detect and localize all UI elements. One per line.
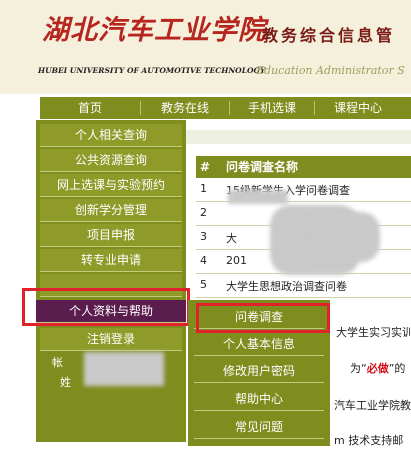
name-label: 姓 [60, 376, 71, 389]
column-header-num: # [200, 160, 211, 174]
nav-mobile-course[interactable]: 手机选课 [230, 97, 314, 119]
announcement-text: 大学生实习实训 [336, 326, 411, 339]
row-name[interactable]: 大 [226, 230, 237, 246]
dropdown-item-faq[interactable]: 常见问题 [194, 416, 324, 439]
row-num: 3 [200, 230, 207, 243]
dropdown-item-basic-info[interactable]: 个人基本信息 [194, 333, 324, 356]
row-num: 5 [200, 278, 207, 291]
content-top-strip [186, 130, 411, 144]
row-num: 2 [200, 206, 207, 219]
privacy-blur [228, 190, 288, 204]
sidebar-item-personal-query[interactable]: 个人相关查询 [40, 124, 182, 147]
sidebar-item-innovation-credit[interactable]: 创新学分管理 [40, 199, 182, 222]
required-keyword: 必做 [366, 362, 389, 375]
nav-home[interactable]: 首页 [40, 97, 140, 119]
dropdown-item-help-center[interactable]: 帮助中心 [194, 388, 324, 411]
system-title: 教务综合信息管 [262, 26, 396, 45]
column-header-name: 问卷调查名称 [226, 160, 299, 174]
school-name-en: HUBEI UNIVERSITY OF AUTOMOTIVE TECHNOLOG… [38, 66, 266, 75]
sidebar-item-course-selection[interactable]: 网上选课与实验预约 [40, 174, 182, 197]
highlight-box [22, 288, 190, 326]
table-header: # 问卷调查名称 [196, 156, 411, 178]
top-nav: 首页 教务在线 手机选课 课程中心 [40, 97, 411, 119]
page-header: 湖北汽车工业学院 HUBEI UNIVERSITY OF AUTOMOTIVE … [0, 0, 411, 94]
row-name[interactable]: 大学生思想政治调查问卷 [226, 278, 347, 294]
support-email-text: m 技术支持邮 [334, 434, 404, 447]
sidebar-item-logout[interactable]: 注销登录 [40, 328, 182, 351]
row-num: 1 [200, 182, 207, 195]
required-note: 为“必做”的 [350, 360, 405, 376]
row-num: 4 [200, 254, 207, 267]
row-name[interactable]: 201 [226, 254, 247, 267]
nav-academic-online[interactable]: 教务在线 [141, 97, 229, 119]
account-label: 帐 [52, 356, 63, 369]
school-logo: 湖北汽车工业学院 [42, 15, 266, 46]
nav-course-center[interactable]: 课程中心 [315, 97, 401, 119]
privacy-blur [84, 352, 164, 386]
sidebar: 个人相关查询 公共资源查询 网上选课与实验预约 创新学分管理 项目申报 转专业申… [36, 120, 186, 442]
sidebar-item-major-transfer[interactable]: 转专业申请 [40, 249, 182, 272]
highlight-box [196, 303, 330, 333]
sidebar-item-project-apply[interactable]: 项目申报 [40, 224, 182, 247]
school-name-text: 汽车工业学院教 [334, 399, 411, 412]
system-title-en: Education Administrator S [256, 64, 405, 77]
required-note-text: 为“必做”的 [350, 362, 406, 375]
dropdown-item-change-password[interactable]: 修改用户密码 [194, 360, 324, 383]
table-row[interactable]: 5 大学生思想政治调查问卷 [196, 274, 411, 298]
privacy-blur [310, 212, 380, 262]
sidebar-item-public-resource[interactable]: 公共资源查询 [40, 149, 182, 172]
